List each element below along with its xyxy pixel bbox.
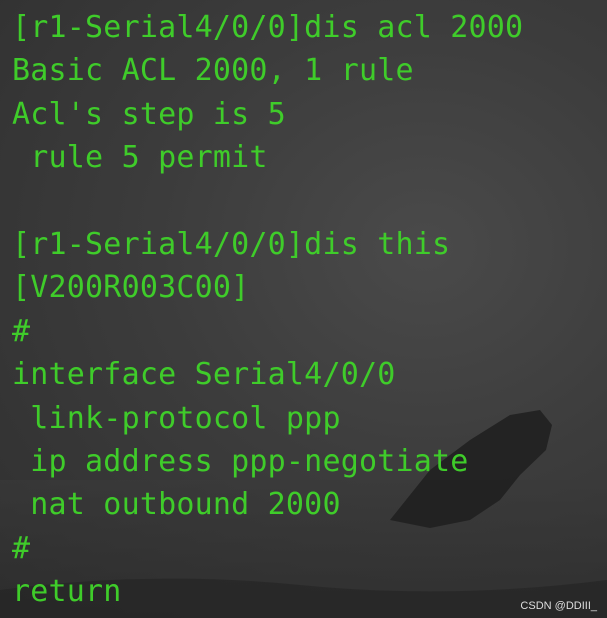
terminal-line: [V200R003C00] (12, 270, 250, 306)
terminal-line: nat outbound 2000 (12, 487, 341, 523)
terminal-line: ip address ppp-negotiate (12, 443, 469, 479)
terminal-line: rule 5 permit (12, 140, 268, 176)
terminal-line: # (12, 530, 31, 566)
terminal-line: [r1-Serial4/0/0]dis acl 2000 (12, 10, 524, 45)
watermark: CSDN @DDIII_ (520, 600, 597, 612)
terminal-line: link-protocol ppp (12, 400, 341, 436)
terminal-line: Acl's step is 5 (12, 96, 286, 132)
terminal-output: [r1-Serial4/0/0]dis acl 2000 Basic ACL 2… (12, 6, 523, 613)
terminal-line: return (12, 574, 122, 610)
terminal-window[interactable]: [r1-Serial4/0/0]dis acl 2000 Basic ACL 2… (0, 0, 607, 618)
terminal-line: [r1-Serial4/0/0]dis this (12, 226, 451, 262)
terminal-line: interface Serial4/0/0 (12, 357, 396, 393)
terminal-line: Basic ACL 2000, 1 rule (12, 53, 414, 89)
terminal-line: # (12, 313, 31, 349)
